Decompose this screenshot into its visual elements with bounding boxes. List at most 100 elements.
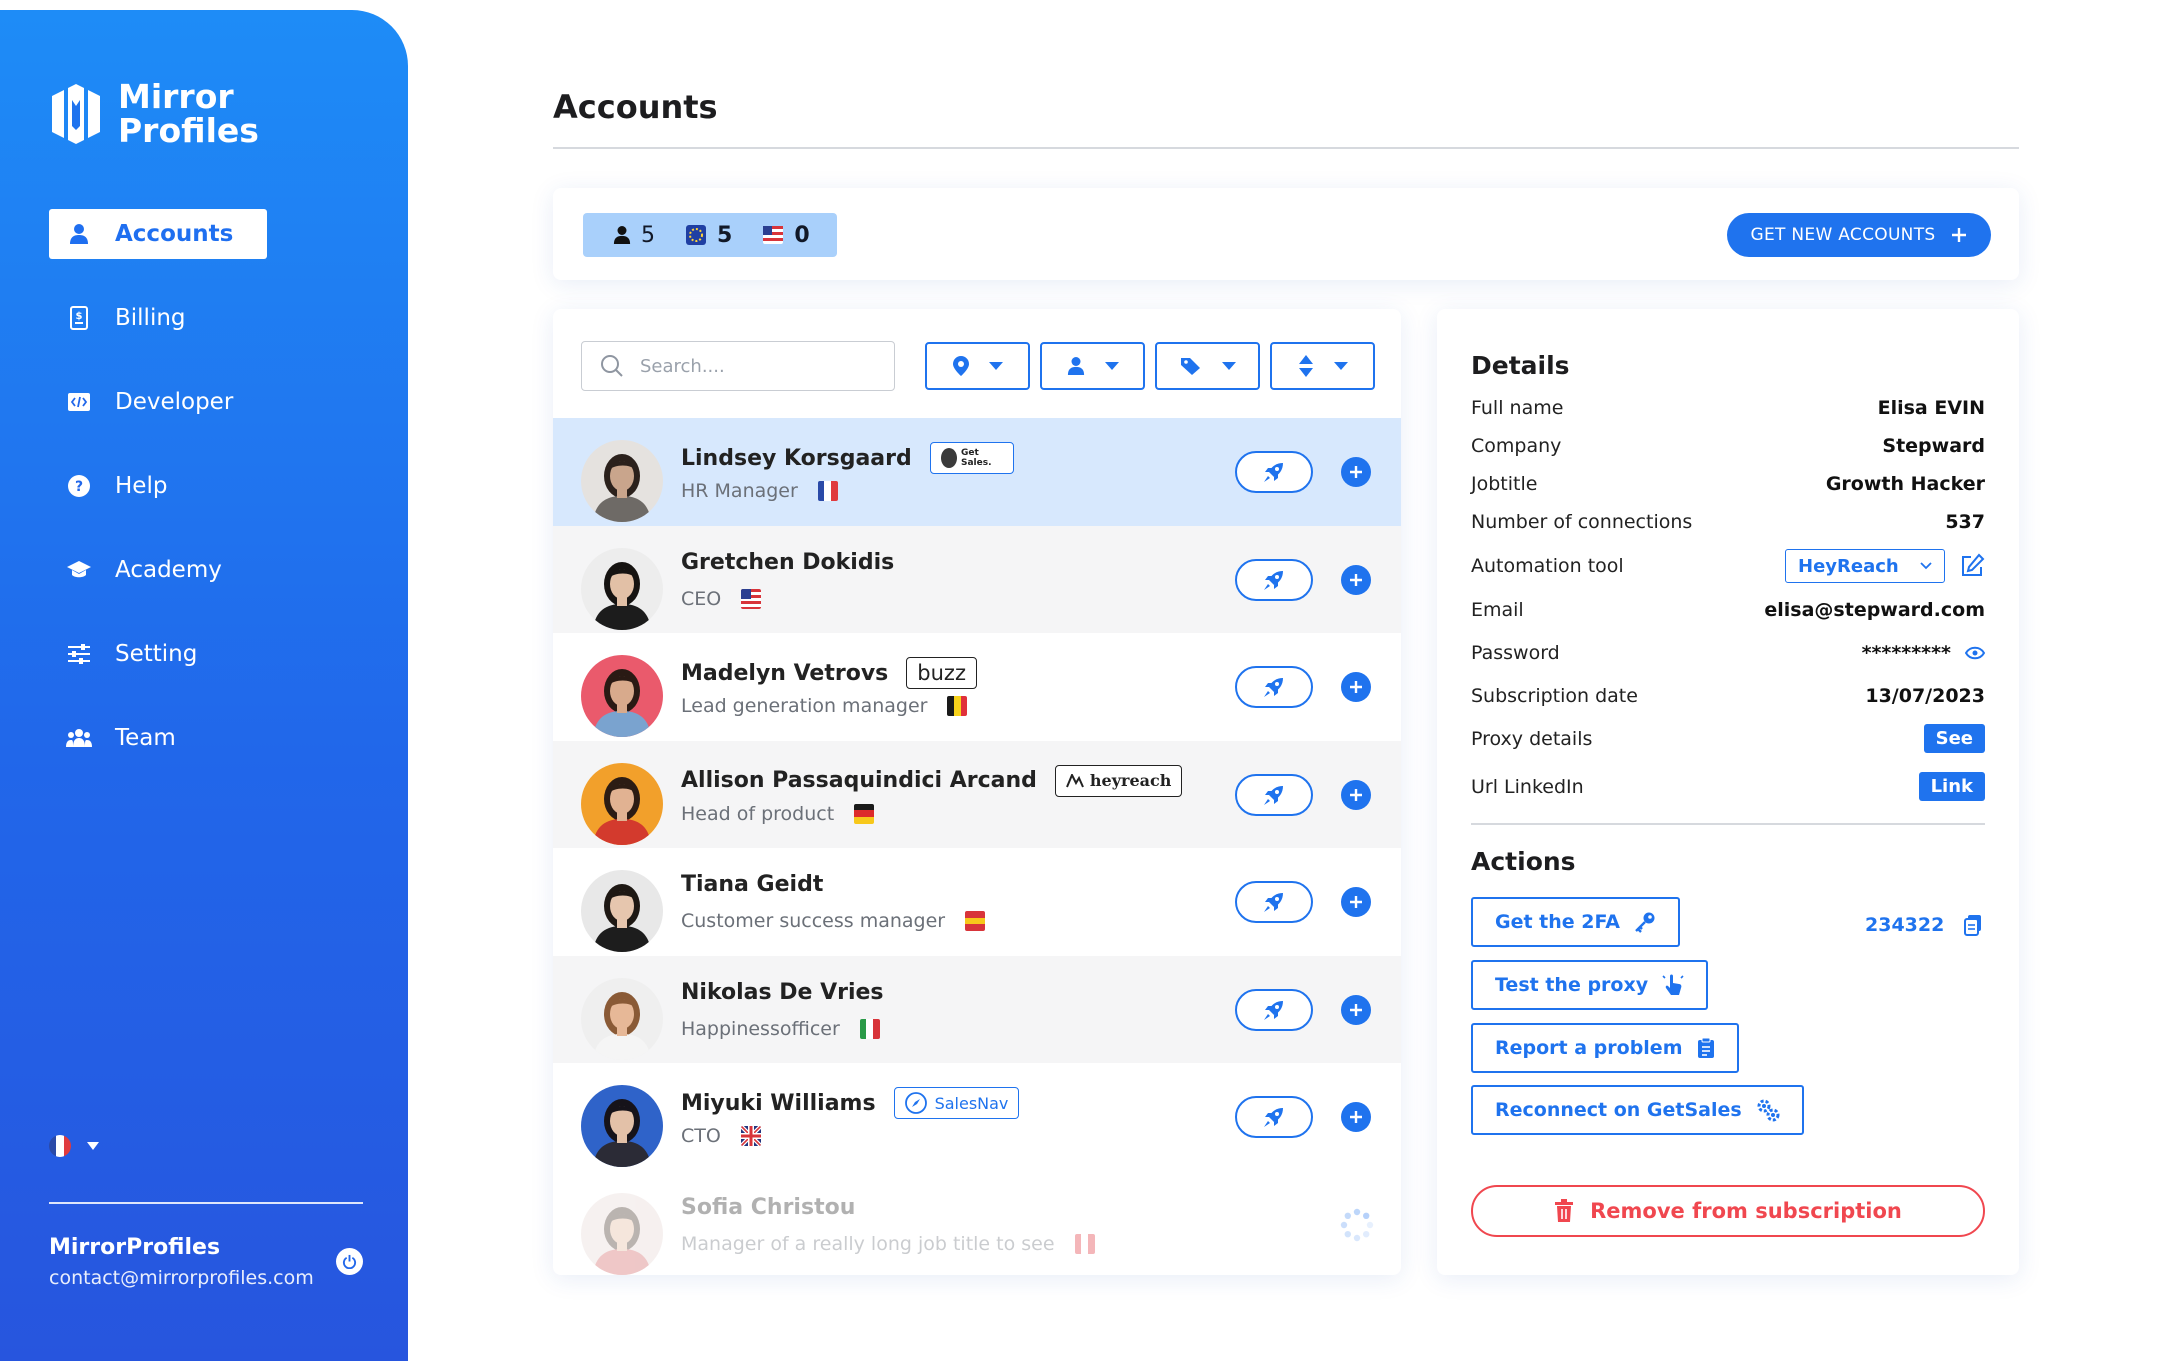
test-proxy-button[interactable]: Test the proxy — [1471, 960, 1709, 1010]
code-icon — [65, 388, 93, 416]
avatar — [581, 547, 663, 630]
automation-tool-select[interactable]: HeyReach — [1785, 549, 1945, 583]
account-row[interactable]: Tiana Geidt Customer success manager — [553, 848, 1401, 956]
sort-icon — [1298, 355, 1313, 377]
flag-fr-icon — [817, 481, 838, 501]
remove-label: Remove from subscription — [1590, 1199, 1902, 1223]
sidebar-item-academy[interactable]: Academy — [49, 545, 267, 595]
account-row[interactable]: Allison Passaquindici Arcand heyreach Head… — [553, 740, 1401, 848]
add-button[interactable] — [1341, 672, 1371, 702]
chevron-down-icon — [1920, 562, 1932, 570]
detail-value: Stepward — [1882, 435, 1985, 457]
launch-button[interactable] — [1235, 451, 1313, 493]
add-button[interactable] — [1341, 887, 1371, 917]
sidebar-item-billing[interactable]: $ Billing — [49, 293, 267, 343]
account-job: HR Manager — [681, 480, 838, 502]
account-row[interactable]: Nikolas De Vries Happinessofficer — [553, 955, 1401, 1063]
flag-us-icon — [741, 588, 762, 609]
get-new-accounts-button[interactable]: GET NEW ACCOUNTS — [1727, 213, 1991, 257]
sidebar-item-developer[interactable]: Developer — [49, 377, 267, 427]
rocket-icon — [1264, 893, 1283, 912]
plus-icon — [1350, 896, 1362, 908]
search-box[interactable]: Search.... — [581, 341, 895, 391]
launch-button[interactable] — [1235, 666, 1313, 708]
account-row[interactable]: Sofia Christou Manager of a really long j… — [553, 1171, 1401, 1276]
buzz-badge: buzz — [906, 657, 977, 689]
account-name: Sofia Christou — [681, 1194, 856, 1220]
rocket-icon — [1264, 1000, 1283, 1020]
linkedin-link-button[interactable]: Link — [1918, 772, 1985, 801]
sidebar-item-label: Help — [115, 473, 168, 499]
logout-button[interactable] — [336, 1248, 363, 1275]
account-name: Madelyn Vetrovs buzz — [681, 657, 977, 689]
avatar — [581, 655, 663, 737]
svg-text:?: ? — [75, 479, 83, 495]
account-row[interactable]: Madelyn Vetrovs buzz Lead generation manag… — [553, 633, 1401, 741]
avatar — [581, 977, 663, 1060]
reconnect-getsales-button[interactable]: Reconnect on GetSales — [1471, 1085, 1804, 1135]
launch-button[interactable] — [1235, 558, 1313, 601]
avatar — [581, 870, 663, 952]
language-selector[interactable] — [49, 1135, 99, 1157]
search-input[interactable]: Search.... — [640, 356, 725, 377]
chevron-down-icon — [87, 1142, 99, 1150]
filter-bar — [925, 342, 1375, 390]
detail-value: Growth Hacker — [1825, 473, 1985, 495]
loading-spinner-icon — [1340, 1208, 1374, 1241]
add-button[interactable] — [1341, 457, 1371, 487]
add-button[interactable] — [1341, 994, 1371, 1025]
report-problem-label: Report a problem — [1495, 1037, 1683, 1059]
sort-filter[interactable] — [1270, 342, 1375, 390]
detail-proxy: Proxy details See — [1471, 724, 1985, 753]
sidebar-item-help[interactable]: ? Help — [49, 461, 267, 511]
account-row[interactable]: Gretchen Dokidis CEO — [553, 525, 1401, 633]
hand-pointer-icon — [1662, 973, 1684, 995]
rocket-icon — [1264, 463, 1283, 482]
flag-eu-icon — [686, 225, 706, 245]
sidebar-item-setting[interactable]: Setting — [49, 629, 267, 679]
us-count: 0 — [794, 222, 810, 248]
see-proxy-button[interactable]: See — [1923, 724, 1985, 753]
automation-tool-value: HeyReach — [1798, 555, 1899, 577]
sidebar-nav: Accounts $ Billing Developer ? Help Acad… — [49, 209, 409, 797]
report-problem-button[interactable]: Report a problem — [1471, 1023, 1739, 1073]
account-name: Tiana Geidt — [681, 872, 824, 897]
location-filter[interactable] — [925, 342, 1030, 390]
add-button[interactable] — [1341, 779, 1371, 810]
accounts-summary-bar: 5 5 0 GET NEW ACCOUNTS — [553, 188, 2019, 280]
detail-label: Automation tool — [1471, 555, 1624, 577]
launch-button[interactable] — [1235, 1096, 1313, 1138]
detail-company: Company Stepward — [1471, 435, 1985, 457]
add-button[interactable] — [1341, 564, 1371, 595]
launch-button[interactable] — [1235, 988, 1313, 1031]
account-row[interactable]: Miyuki Williams SalesNav CTO — [553, 1063, 1401, 1171]
trash-icon — [1555, 1199, 1574, 1222]
edit-icon[interactable] — [1959, 553, 1985, 579]
detail-full-name: Full name Elisa EVIN — [1471, 397, 1985, 419]
location-pin-icon — [952, 356, 969, 376]
user-filter[interactable] — [1040, 342, 1145, 390]
add-button[interactable] — [1341, 1102, 1371, 1132]
detail-label: Company — [1471, 435, 1562, 457]
launch-button[interactable] — [1235, 881, 1313, 923]
get-2fa-button[interactable]: Get the 2FA — [1471, 897, 1681, 947]
account-row[interactable]: Lindsey Korsgaard Get Sales. HR Manager — [553, 418, 1401, 526]
eye-icon[interactable] — [1965, 646, 1985, 660]
tag-filter[interactable] — [1155, 342, 1260, 390]
power-icon — [342, 1254, 357, 1269]
sidebar-item-accounts[interactable]: Accounts — [49, 209, 267, 259]
salesnav-badge: SalesNav — [893, 1087, 1020, 1119]
account-name: Lindsey Korsgaard Get Sales. — [681, 442, 1014, 474]
sidebar-user-name: MirrorProfiles — [49, 1235, 221, 1260]
sidebar-item-label: Billing — [115, 305, 186, 331]
remove-from-subscription-button[interactable]: Remove from subscription — [1471, 1185, 1985, 1237]
mirror-logo-icon — [52, 84, 100, 144]
copy-icon[interactable] — [1964, 914, 1982, 936]
avatar — [581, 762, 663, 845]
brand-logo[interactable]: Mirror Profiles — [48, 80, 259, 148]
sidebar-item-team[interactable]: Team — [49, 713, 267, 763]
caret-down-icon — [1104, 362, 1119, 370]
clipboard-icon — [1697, 1037, 1714, 1058]
launch-button[interactable] — [1235, 773, 1313, 816]
details-divider — [1471, 823, 1985, 825]
